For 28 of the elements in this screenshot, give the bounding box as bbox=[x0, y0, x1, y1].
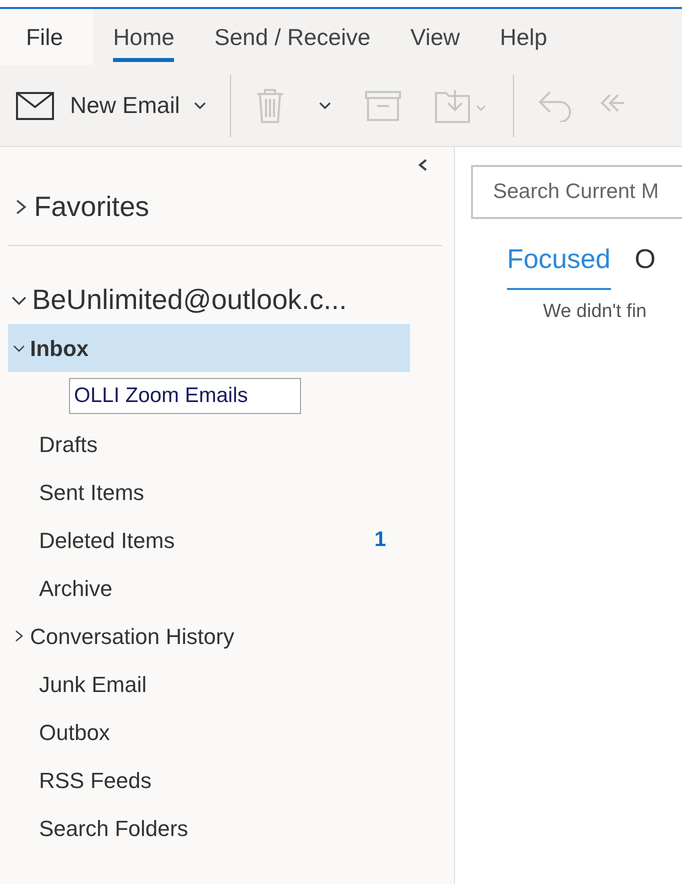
caret-icon[interactable] bbox=[318, 102, 331, 110]
search-field[interactable]: Search Current M bbox=[471, 165, 682, 219]
folder-item[interactable]: Inbox bbox=[8, 324, 410, 372]
envelope-icon bbox=[16, 92, 54, 120]
menu-tab[interactable]: View bbox=[390, 9, 480, 65]
folder-item[interactable]: Archive bbox=[8, 564, 410, 612]
empty-list-message: We didn't fin bbox=[542, 300, 648, 324]
inbox-filter-tab[interactable]: Focused bbox=[507, 239, 611, 290]
folder-item[interactable]: Junk Email bbox=[8, 660, 410, 708]
menu-tab[interactable]: Home bbox=[93, 9, 194, 65]
unread-count: 1 bbox=[374, 527, 386, 554]
favorites-header[interactable]: Favorites bbox=[0, 183, 454, 231]
rename-folder-field[interactable]: OLLI Zoom Emails bbox=[69, 378, 301, 414]
menu-tab[interactable]: Send / Receive bbox=[194, 9, 390, 65]
account-header[interactable]: BeUnlimited@outlook.c... bbox=[0, 276, 454, 324]
folder-item[interactable]: Drafts bbox=[8, 420, 410, 468]
menu-tab[interactable]: Help bbox=[480, 9, 568, 65]
inbox-filter-tab[interactable]: O bbox=[634, 239, 656, 290]
folder-item[interactable]: RSS Feeds bbox=[8, 756, 410, 804]
folder-item[interactable]: Outbox bbox=[8, 708, 410, 756]
collapse-pane-icon[interactable] bbox=[418, 159, 428, 171]
folder-item[interactable]: Sent Items bbox=[8, 468, 410, 516]
folder-item[interactable]: Deleted Items 1 bbox=[8, 516, 410, 564]
folder-item[interactable]: Search Folders bbox=[8, 804, 410, 852]
menu-tab[interactable]: File bbox=[0, 9, 94, 65]
new-email-button[interactable]: New Email bbox=[16, 88, 180, 123]
folder-item[interactable]: Conversation History bbox=[8, 612, 410, 660]
caret-icon[interactable] bbox=[194, 102, 206, 110]
